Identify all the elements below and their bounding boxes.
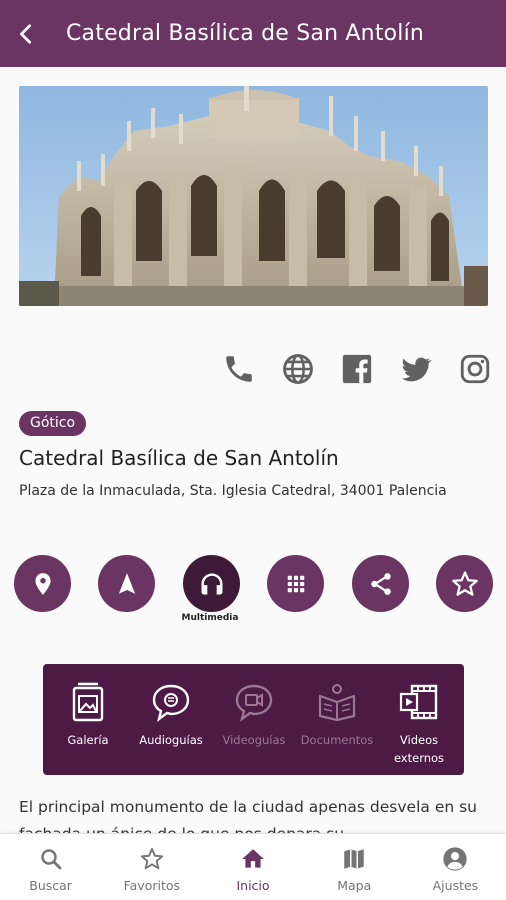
multimedia-button[interactable] bbox=[183, 555, 240, 612]
media-external-videos[interactable]: Videos externos bbox=[377, 682, 461, 767]
back-button[interactable] bbox=[0, 0, 52, 67]
style-chip[interactable]: Gótico bbox=[19, 411, 87, 436]
videoguide-icon bbox=[235, 684, 273, 722]
account-circle-icon bbox=[443, 847, 468, 871]
instagram-icon[interactable] bbox=[458, 352, 492, 386]
nav-label: Buscar bbox=[29, 878, 72, 893]
globe-icon[interactable] bbox=[281, 352, 315, 386]
media-audioguides[interactable]: Audioguías bbox=[129, 682, 213, 749]
back-arrow-icon bbox=[20, 23, 32, 44]
phone-icon[interactable] bbox=[222, 352, 256, 386]
grid-apps-icon bbox=[287, 575, 304, 592]
favorite-button[interactable] bbox=[436, 555, 493, 612]
more-button[interactable] bbox=[267, 555, 324, 612]
place-address: Plaza de la Inmaculada, Sta. Iglesia Cat… bbox=[19, 483, 447, 499]
media-label: Galería bbox=[67, 733, 109, 747]
nav-favorites[interactable]: Favoritos bbox=[101, 834, 202, 900]
nav-label: Favoritos bbox=[123, 878, 181, 893]
gallery-icon bbox=[72, 682, 104, 722]
media-label: Videos externos bbox=[393, 733, 445, 765]
navigate-button[interactable] bbox=[98, 555, 155, 612]
nav-label: Ajustes bbox=[432, 878, 479, 893]
search-icon bbox=[40, 849, 61, 870]
external-video-icon bbox=[399, 684, 438, 720]
media-documents[interactable]: Documentos bbox=[295, 682, 379, 749]
nav-search[interactable]: Buscar bbox=[0, 834, 101, 900]
navigation-arrow-icon bbox=[118, 572, 135, 594]
map-icon bbox=[344, 849, 364, 869]
share-button[interactable] bbox=[352, 555, 409, 612]
star-outline-icon bbox=[140, 848, 163, 870]
audioguide-icon bbox=[152, 684, 190, 722]
twitter-icon[interactable] bbox=[399, 352, 433, 386]
facebook-icon[interactable] bbox=[340, 352, 374, 386]
media-gallery[interactable]: Galería bbox=[46, 682, 130, 749]
nav-label: Mapa bbox=[337, 878, 372, 893]
location-pin-icon bbox=[34, 572, 51, 595]
media-label: Audioguías bbox=[139, 733, 203, 747]
action-buttons bbox=[14, 555, 494, 615]
social-links bbox=[222, 352, 492, 386]
share-icon bbox=[370, 572, 391, 595]
media-label: Documentos bbox=[300, 733, 374, 747]
headphones-icon bbox=[201, 573, 222, 594]
place-title: Catedral Basílica de San Antolín bbox=[19, 446, 339, 470]
nav-map[interactable]: Mapa bbox=[304, 834, 405, 900]
multimedia-panel: Galería Audioguías Videoguías Documentos… bbox=[43, 664, 464, 775]
star-outline-icon bbox=[451, 570, 478, 596]
cathedral-photo[interactable] bbox=[19, 86, 488, 306]
app-bar: Catedral Basílica de San Antolín bbox=[0, 0, 506, 67]
location-button[interactable] bbox=[14, 555, 71, 612]
media-videoguides[interactable]: Videoguías bbox=[212, 682, 296, 749]
nav-settings[interactable]: Ajustes bbox=[405, 834, 506, 900]
app-title: Catedral Basílica de San Antolín bbox=[66, 21, 425, 46]
home-icon bbox=[242, 849, 264, 868]
documents-icon bbox=[318, 684, 356, 722]
nav-home[interactable]: Inicio bbox=[202, 834, 303, 900]
multimedia-label: Multimedia bbox=[181, 613, 239, 623]
media-label: Videoguías bbox=[222, 733, 286, 747]
bottom-navigation: Buscar Favoritos Inicio Mapa Ajustes bbox=[0, 833, 506, 900]
nav-label: Inicio bbox=[236, 878, 270, 893]
place-description: El principal monumento de la ciudad apen… bbox=[19, 798, 478, 834]
